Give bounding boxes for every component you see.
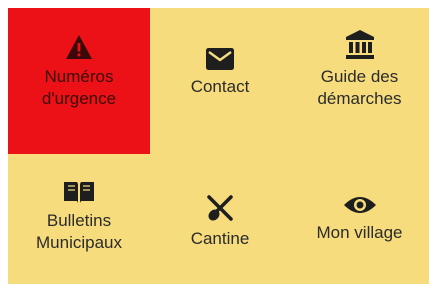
tile-municipal-bulletins[interactable]: Bulletins Municipaux xyxy=(8,154,150,284)
tile-label: Guide des démarches xyxy=(317,67,402,108)
warning-icon xyxy=(66,35,92,59)
tile-label: Mon village xyxy=(316,223,403,242)
tile-label: Contact xyxy=(190,77,250,96)
bank-icon xyxy=(345,30,374,59)
quick-links-panel: Numéros d'urgence Contact Guide des déma… xyxy=(8,8,429,284)
book-icon xyxy=(64,182,94,203)
tile-label: Numéros d'urgence xyxy=(41,67,117,108)
tile-procedures-guide[interactable]: Guide des démarches xyxy=(290,8,429,154)
tile-label: Cantine xyxy=(190,229,250,248)
eye-icon xyxy=(343,197,376,213)
tile-label: Bulletins Municipaux xyxy=(36,211,122,252)
envelope-icon xyxy=(206,48,234,70)
tile-contact[interactable]: Contact xyxy=(150,8,290,154)
utensils-icon xyxy=(207,195,233,221)
tile-canteen[interactable]: Cantine xyxy=(150,154,290,284)
tile-my-village[interactable]: Mon village xyxy=(290,154,429,284)
tile-emergency-numbers[interactable]: Numéros d'urgence xyxy=(8,8,150,154)
